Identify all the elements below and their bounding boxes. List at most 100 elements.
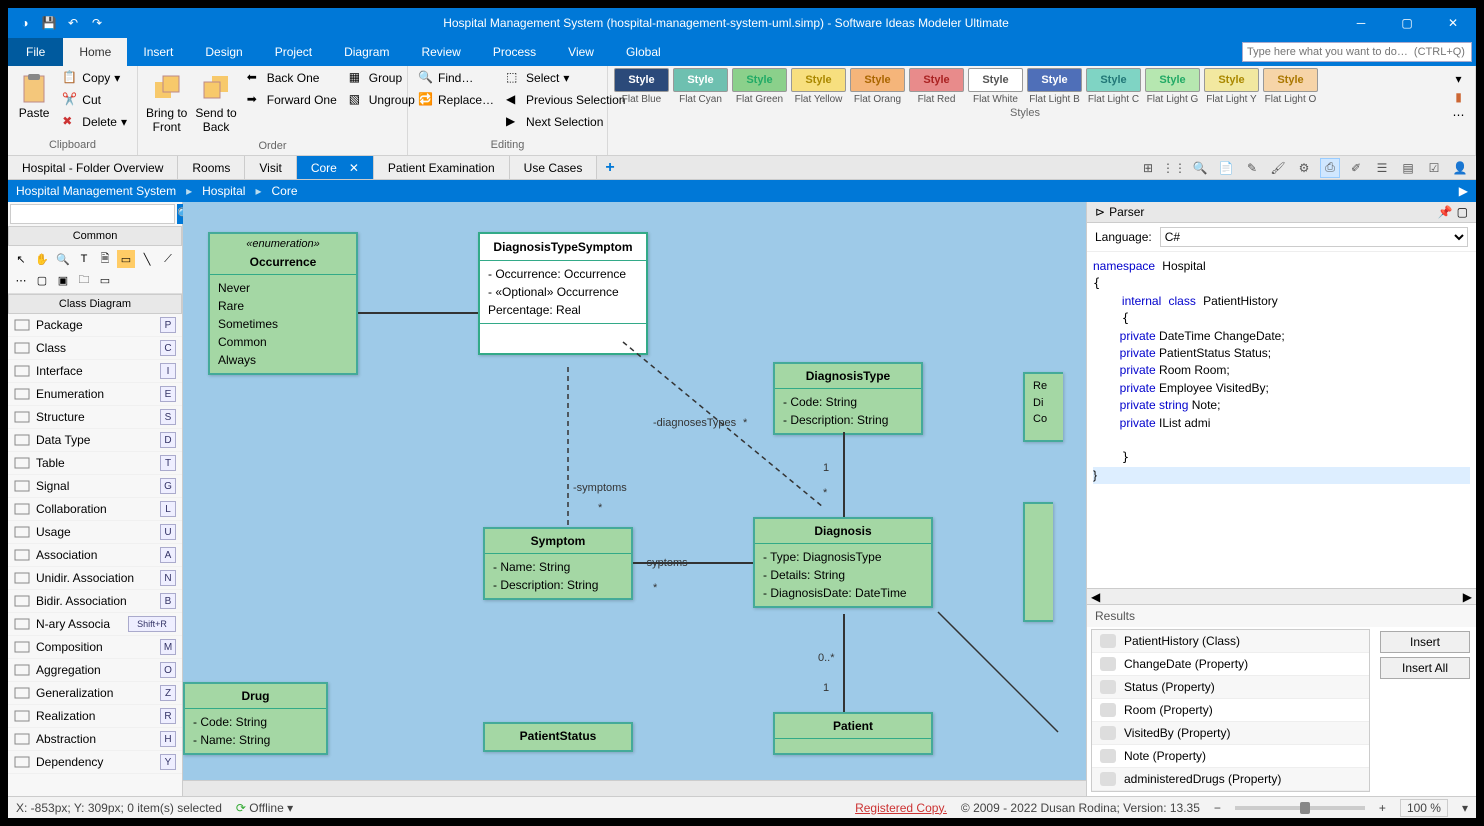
hand-tool-icon[interactable]: ✋ <box>33 250 51 268</box>
uml-class-patient[interactable]: Patient <box>773 712 933 755</box>
style-swatch[interactable]: Style <box>1086 68 1141 92</box>
toolbox-item[interactable]: Unidir. AssociationN <box>8 567 182 590</box>
toolbox-item[interactable]: PackageP <box>8 314 182 337</box>
doc-tab[interactable]: Visit <box>245 156 296 179</box>
breadcrumb-item[interactable]: Hospital Management System <box>16 184 176 198</box>
tool-nav-icon[interactable]: ⊞ <box>1138 158 1158 178</box>
toolbox-item[interactable]: RealizationR <box>8 705 182 728</box>
pin-icon[interactable]: ⊳ <box>1095 205 1105 219</box>
uml-class-drug[interactable]: Drug - Code: String- Name: String <box>183 682 328 755</box>
style-swatch[interactable]: Style <box>850 68 905 92</box>
result-item[interactable]: VisitedBy (Property) <box>1092 722 1369 745</box>
tool-gear-icon[interactable]: ⚙ <box>1294 158 1314 178</box>
close-button[interactable]: ✕ <box>1430 8 1476 38</box>
doc-tab[interactable]: Rooms <box>178 156 245 179</box>
result-item[interactable]: PatientHistory (Class) <box>1092 630 1369 653</box>
close-tab-icon[interactable]: ✕ <box>349 161 359 175</box>
line-tool-icon[interactable]: ╲ <box>138 250 156 268</box>
menu-process[interactable]: Process <box>477 38 552 66</box>
connector-tool-icon[interactable]: ⟋ <box>159 250 177 268</box>
send-to-back-button[interactable]: Send to Back <box>193 68 238 138</box>
style-swatch[interactable]: Style <box>614 68 669 92</box>
bring-to-front-button[interactable]: Bring to Front <box>144 68 189 138</box>
folder-tool-icon[interactable]: 🗀 <box>75 271 93 289</box>
panel-close-icon[interactable]: ▢ <box>1457 205 1468 219</box>
breadcrumb-item[interactable]: Hospital <box>202 184 245 198</box>
menu-diagram[interactable]: Diagram <box>328 38 405 66</box>
toolbox-item[interactable]: EnumerationE <box>8 383 182 406</box>
menu-file[interactable]: File <box>8 38 63 66</box>
text-tool-icon[interactable]: T <box>75 250 93 268</box>
uml-class-symptom[interactable]: Symptom - Name: String- Description: Str… <box>483 527 633 600</box>
result-item[interactable]: Status (Property) <box>1092 676 1369 699</box>
style-swatch[interactable]: Style <box>909 68 964 92</box>
note-tool-icon[interactable]: 🗎 <box>96 250 114 268</box>
style-swatch[interactable]: Style <box>791 68 846 92</box>
rect-tool-icon[interactable]: ▭ <box>117 250 135 268</box>
toolbox-item[interactable]: InterfaceI <box>8 360 182 383</box>
toolbox-item[interactable]: AssociationA <box>8 544 182 567</box>
toolbox-search-input[interactable] <box>10 204 175 224</box>
save-icon[interactable]: 💾 <box>40 14 58 32</box>
uml-class-diagnosis[interactable]: Diagnosis - Type: DiagnosisType- Details… <box>753 517 933 608</box>
cut-button[interactable]: ✂️Cut <box>58 90 131 110</box>
uml-class-diagnosistypesymptom[interactable]: DiagnosisTypeSymptom - Occurrence: Occur… <box>478 232 648 355</box>
tool-layers-icon[interactable]: ☰ <box>1372 158 1392 178</box>
doc-tab[interactable]: Core✕ <box>297 156 374 179</box>
uml-class-occurrence[interactable]: «enumeration» Occurrence NeverRareSometi… <box>208 232 358 375</box>
toolbox-section-header[interactable]: Class Diagram <box>8 294 182 314</box>
style-options-icon[interactable]: ⋯ <box>1453 108 1465 122</box>
h-scroll-right-icon[interactable]: ▶ <box>1459 590 1476 604</box>
zoom-in-icon[interactable]: + <box>1379 801 1386 815</box>
style-swatch[interactable]: Style <box>1263 68 1318 92</box>
result-item[interactable]: ChangeDate (Property) <box>1092 653 1369 676</box>
result-item[interactable]: administeredDrugs (Property) <box>1092 768 1369 791</box>
insert-all-button[interactable]: Insert All <box>1380 657 1470 679</box>
maximize-button[interactable]: ▢ <box>1384 8 1430 38</box>
panel-pin-icon[interactable]: 📌 <box>1438 205 1453 219</box>
menu-home[interactable]: Home <box>63 38 127 66</box>
tool-tree-icon[interactable]: ⋮⋮ <box>1164 158 1184 178</box>
menu-review[interactable]: Review <box>405 38 476 66</box>
zoom-slider[interactable] <box>1235 806 1365 810</box>
toolbox-item[interactable]: DependencyY <box>8 751 182 774</box>
style-swatch[interactable]: Style <box>1145 68 1200 92</box>
toolbox-item[interactable]: StructureS <box>8 406 182 429</box>
result-item[interactable]: Note (Property) <box>1092 745 1369 768</box>
code-editor[interactable]: namespace Hospital { internal class Pati… <box>1087 252 1476 588</box>
menu-project[interactable]: Project <box>259 38 328 66</box>
toolbox-item[interactable]: CollaborationL <box>8 498 182 521</box>
doc-tab[interactable]: Use Cases <box>510 156 598 179</box>
zoom-tool-icon[interactable]: 🔍 <box>54 250 72 268</box>
back-one-button[interactable]: ⬅Back One <box>243 68 341 88</box>
menu-insert[interactable]: Insert <box>127 38 189 66</box>
tool-pen-icon[interactable]: ✐ <box>1346 158 1366 178</box>
tool-person-icon[interactable]: 👤 <box>1450 158 1470 178</box>
menu-view[interactable]: View <box>552 38 610 66</box>
toolbox-item[interactable]: AbstractionH <box>8 728 182 751</box>
dashed-tool-icon[interactable]: ⋯ <box>12 271 30 289</box>
breadcrumb-arrow-icon[interactable]: ▶ <box>1459 184 1468 198</box>
redo-icon[interactable]: ↷ <box>88 14 106 32</box>
tool-check-icon[interactable]: ☑ <box>1424 158 1444 178</box>
find-button[interactable]: 🔍Find… <box>414 68 498 88</box>
pointer-tool-icon[interactable]: ↖ <box>12 250 30 268</box>
diagram-canvas[interactable]: «enumeration» Occurrence NeverRareSometi… <box>183 202 1086 796</box>
zoom-dropdown-icon[interactable]: ▾ <box>1462 801 1468 815</box>
toolbox-common-header[interactable]: Common <box>8 226 182 246</box>
style-swatch[interactable]: Style <box>968 68 1023 92</box>
uml-class-patientstatus[interactable]: PatientStatus <box>483 722 633 752</box>
command-search-input[interactable] <box>1242 42 1472 62</box>
menu-global[interactable]: Global <box>610 38 677 66</box>
style-more-icon[interactable]: ▾ <box>1455 72 1461 86</box>
toolbox-item[interactable]: SignalG <box>8 475 182 498</box>
box-tool-icon[interactable]: ▢ <box>33 271 51 289</box>
style-paint-icon[interactable]: ▮ <box>1455 90 1462 104</box>
tool-doc-icon[interactable]: 📄 <box>1216 158 1236 178</box>
registered-link[interactable]: Registered Copy. <box>855 801 947 815</box>
uml-class-diagnosistype[interactable]: DiagnosisType - Code: String- Descriptio… <box>773 362 923 435</box>
tool-parser-icon[interactable]: ⎙ <box>1320 158 1340 178</box>
language-select[interactable]: C# <box>1160 227 1468 247</box>
tool-edit-icon[interactable]: ✎ <box>1242 158 1262 178</box>
toolbox-item[interactable]: UsageU <box>8 521 182 544</box>
